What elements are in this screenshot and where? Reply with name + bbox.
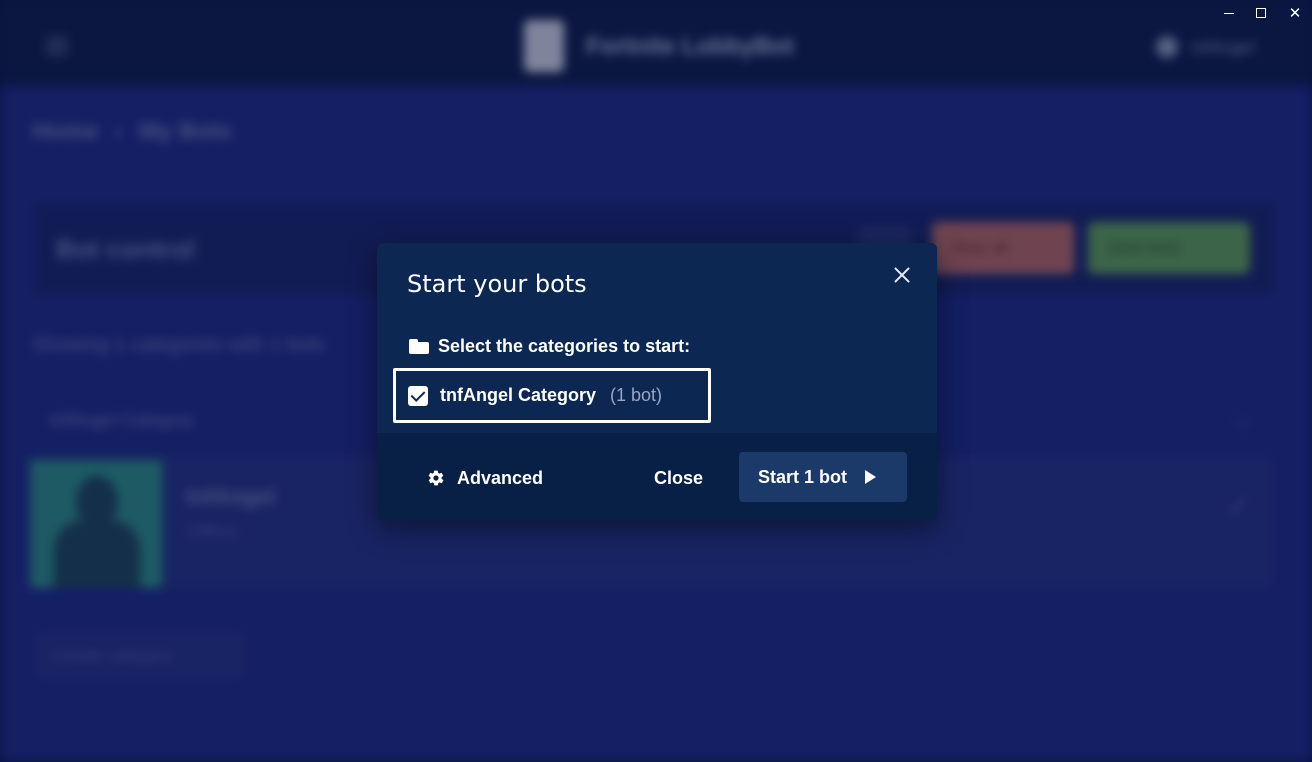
start-bots-dialog: Start your bots Select the categories to… [377,243,937,521]
window-close-icon[interactable]: ✕ [1278,2,1312,24]
advanced-label: Advanced [457,467,544,488]
category-checkbox-item[interactable]: tnfAngel Category (1 bot) [393,368,711,423]
minimize-icon[interactable] [1212,2,1246,24]
maximize-icon[interactable] [1244,2,1278,24]
category-name[interactable]: tnfAngel Category [440,385,596,406]
folder-icon [409,339,429,354]
start-bot-button[interactable]: Start 1 bot [739,452,907,502]
section-label: Select the categories to start: [409,336,690,357]
start-bot-label: Start 1 bot [758,466,848,487]
section-label-text: Select the categories to start: [438,336,691,356]
play-icon [865,470,877,484]
close-button[interactable]: Close [654,458,703,498]
dialog-footer: Advanced Close Start 1 bot [377,433,937,521]
category-bot-count: (1 bot) [610,385,663,405]
close-icon[interactable] [890,263,914,287]
category-checkbox[interactable] [408,385,428,406]
gear-icon [428,470,444,486]
advanced-button[interactable]: Advanced [427,458,543,498]
dialog-title: Start your bots [407,270,587,298]
